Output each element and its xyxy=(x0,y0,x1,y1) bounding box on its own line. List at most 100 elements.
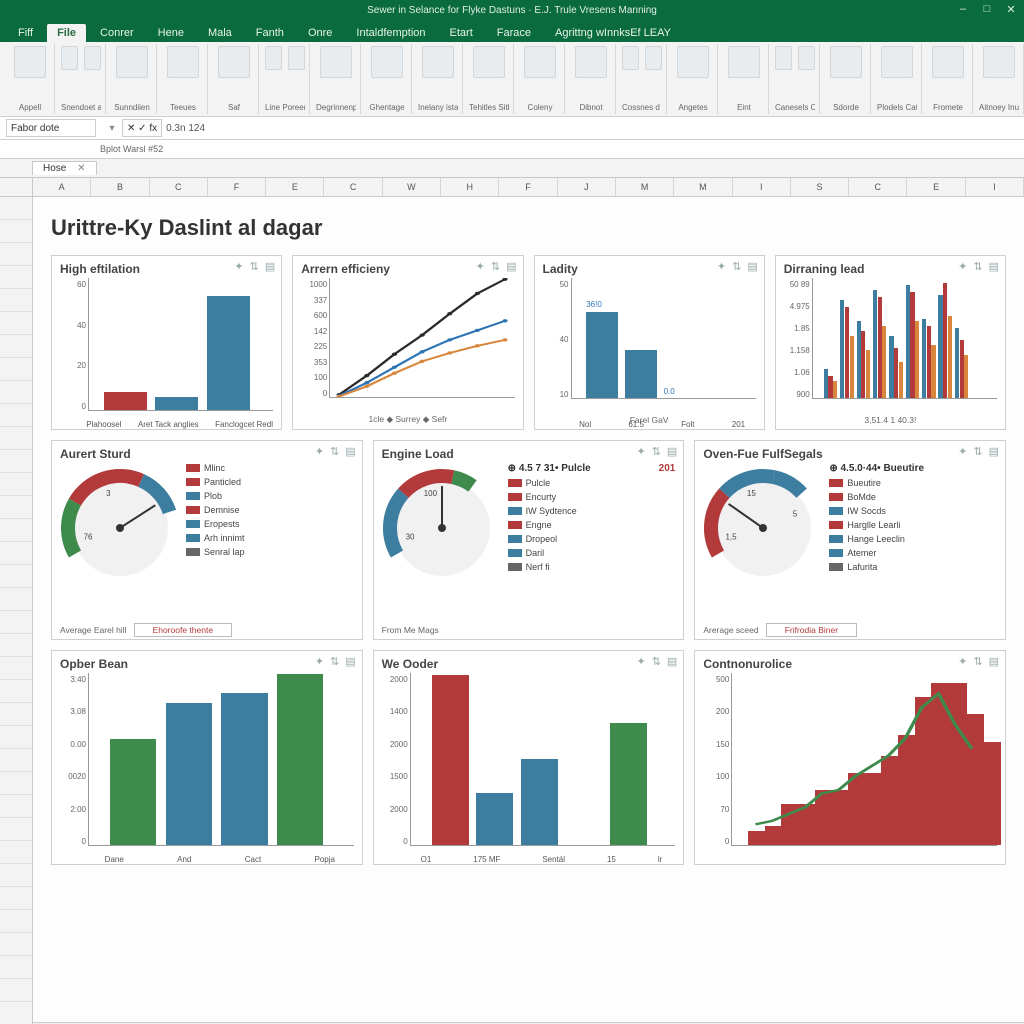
chart-card-c1[interactable]: High eftilation✦⇅▤6040200PlahooselAret T… xyxy=(51,255,282,430)
more-icon[interactable]: ▤ xyxy=(989,445,999,458)
column-header[interactable]: C xyxy=(849,178,907,196)
filter-icon[interactable]: ⇅ xyxy=(973,260,982,273)
row-header[interactable] xyxy=(0,473,32,496)
filter-icon[interactable]: ⇅ xyxy=(973,655,982,668)
pin-icon[interactable]: ✦ xyxy=(234,260,243,273)
row-header[interactable] xyxy=(0,726,32,749)
filter-icon[interactable]: ⇅ xyxy=(973,445,982,458)
ribbon-button[interactable] xyxy=(371,46,403,78)
close-tab-icon[interactable]: ✕ xyxy=(77,163,85,174)
column-header[interactable]: C xyxy=(150,178,208,196)
column-header[interactable]: I xyxy=(966,178,1024,196)
menu-item[interactable]: Hene xyxy=(148,24,194,42)
filter-icon[interactable]: ⇅ xyxy=(652,445,661,458)
filter-icon[interactable]: ⇅ xyxy=(491,260,500,273)
row-header[interactable] xyxy=(0,979,32,1002)
menu-item[interactable]: Fanth xyxy=(246,24,294,42)
column-header[interactable]: F xyxy=(208,178,266,196)
row-header[interactable] xyxy=(0,266,32,289)
row-header[interactable] xyxy=(0,565,32,588)
pin-icon[interactable]: ✦ xyxy=(636,655,645,668)
more-icon[interactable]: ▤ xyxy=(345,445,355,458)
row-header[interactable] xyxy=(0,243,32,266)
menu-item[interactable]: Onre xyxy=(298,24,342,42)
ribbon-button[interactable] xyxy=(116,46,148,78)
pin-icon[interactable]: ✦ xyxy=(636,445,645,458)
chart-card-c2[interactable]: Arrern efficieny✦⇅▤100033760014222535310… xyxy=(292,255,523,430)
pin-icon[interactable]: ✦ xyxy=(958,260,967,273)
more-icon[interactable]: ▤ xyxy=(989,655,999,668)
column-header[interactable]: A xyxy=(33,178,91,196)
more-icon[interactable]: ▤ xyxy=(345,655,355,668)
chart-card-c3[interactable]: Ladity✦⇅▤50401036!00.0Nol61.5Folt201Fare… xyxy=(534,255,765,430)
row-header[interactable] xyxy=(0,657,32,680)
ribbon-button[interactable] xyxy=(775,46,792,70)
filter-icon[interactable]: ⇅ xyxy=(330,445,339,458)
row-header[interactable] xyxy=(0,634,32,657)
row-header[interactable] xyxy=(0,220,32,243)
chart-card-c6[interactable]: Engine Load✦⇅▤30100⊕ 4.5 7 31• Pulcle201… xyxy=(373,440,685,640)
menu-item[interactable]: File xyxy=(47,24,86,42)
chart-card-c10[interactable]: Contnonurolice✦⇅▤500200150100700 xyxy=(694,650,1006,865)
footer-input[interactable]: Frifrodia Biner xyxy=(766,623,857,637)
ribbon-button[interactable] xyxy=(288,46,305,70)
row-header[interactable] xyxy=(0,933,32,956)
ribbon-button[interactable] xyxy=(645,46,662,70)
ribbon-button[interactable] xyxy=(524,46,556,78)
pin-icon[interactable]: ✦ xyxy=(958,655,967,668)
column-header[interactable]: F xyxy=(499,178,557,196)
row-header[interactable] xyxy=(0,358,32,381)
ribbon-button[interactable] xyxy=(265,46,282,70)
row-header[interactable] xyxy=(0,335,32,358)
column-header[interactable]: E xyxy=(266,178,324,196)
ribbon-button[interactable] xyxy=(84,46,101,70)
column-header[interactable]: M xyxy=(674,178,732,196)
row-header[interactable] xyxy=(0,496,32,519)
row-header[interactable] xyxy=(0,680,32,703)
column-header[interactable]: H xyxy=(441,178,499,196)
chart-card-c7[interactable]: Oven-Fue FulfSegals✦⇅▤1,5155⊕ 4.5.0·44• … xyxy=(694,440,1006,640)
more-icon[interactable]: ▤ xyxy=(667,655,677,668)
menu-item[interactable]: Conrer xyxy=(90,24,144,42)
formula-icons[interactable]: ✕ ✓ fx xyxy=(122,119,162,137)
row-header[interactable] xyxy=(0,588,32,611)
menu-item[interactable]: Farace xyxy=(487,24,541,42)
ribbon-button[interactable] xyxy=(14,46,46,78)
name-box[interactable]: Fabor dote xyxy=(6,119,96,137)
column-header[interactable]: W xyxy=(383,178,441,196)
formula-value[interactable]: 0.3n 124 xyxy=(166,123,205,134)
select-all-corner[interactable] xyxy=(0,178,33,196)
name-box-dropdown-icon[interactable]: ▾ xyxy=(102,123,122,134)
chart-card-c4[interactable]: Dirraning lead✦⇅▤50 894.9751.851.1581.06… xyxy=(775,255,1006,430)
chart-card-c5[interactable]: Aurert Sturd✦⇅▤763MlincPanticledPlobDemn… xyxy=(51,440,363,640)
column-header[interactable]: S xyxy=(791,178,849,196)
more-icon[interactable]: ▤ xyxy=(989,260,999,273)
pin-icon[interactable]: ✦ xyxy=(476,260,485,273)
filter-icon[interactable]: ⇅ xyxy=(652,655,661,668)
ribbon-button[interactable] xyxy=(320,46,352,78)
minimize-button[interactable]: – xyxy=(954,2,972,16)
row-header[interactable] xyxy=(0,450,32,473)
ribbon-button[interactable] xyxy=(983,46,1015,78)
menu-item[interactable]: Etart xyxy=(440,24,483,42)
column-header[interactable]: C xyxy=(324,178,382,196)
row-header[interactable] xyxy=(0,956,32,979)
row-header[interactable] xyxy=(0,1002,32,1024)
row-header[interactable] xyxy=(0,404,32,427)
more-icon[interactable]: ▤ xyxy=(667,445,677,458)
ribbon-button[interactable] xyxy=(422,46,454,78)
maximize-button[interactable]: □ xyxy=(978,2,996,16)
more-icon[interactable]: ▤ xyxy=(506,260,516,273)
menu-item[interactable]: Fiff xyxy=(8,24,43,42)
column-header[interactable]: I xyxy=(733,178,791,196)
ribbon-button[interactable] xyxy=(61,46,78,70)
row-header[interactable] xyxy=(0,542,32,565)
ribbon-button[interactable] xyxy=(473,46,505,78)
row-header[interactable] xyxy=(0,427,32,450)
column-header[interactable]: M xyxy=(616,178,674,196)
footer-input[interactable]: Ehoroofe thente xyxy=(134,623,233,637)
row-header[interactable] xyxy=(0,519,32,542)
ribbon-button[interactable] xyxy=(881,46,913,78)
row-header[interactable] xyxy=(0,910,32,933)
column-header[interactable]: J xyxy=(558,178,616,196)
